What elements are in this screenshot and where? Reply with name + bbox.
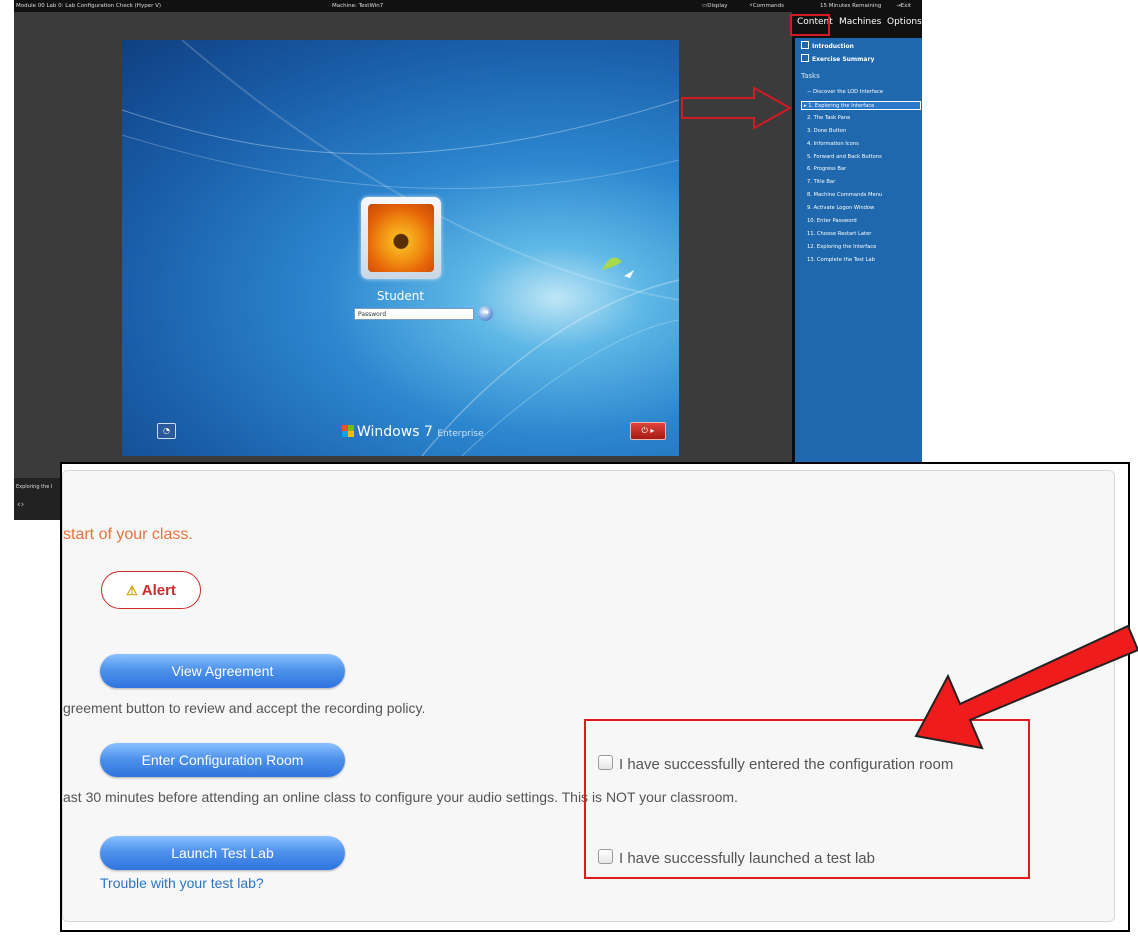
launch-test-lab-button[interactable]: Launch Test Lab xyxy=(100,836,345,870)
side-panel: Content Machines Options Introduction Ex… xyxy=(790,12,922,520)
list-icon xyxy=(801,54,809,62)
agreement-description: greement button to review and accept the… xyxy=(63,700,426,716)
windows-flag-icon xyxy=(342,425,354,437)
logon-arrow-button[interactable]: ➜ xyxy=(478,306,493,321)
task-item[interactable]: 10. Enter Password xyxy=(804,217,922,226)
password-input[interactable]: Password xyxy=(354,308,474,320)
task-item[interactable]: 12. Exploring the Interface xyxy=(804,243,922,252)
back-forward-icons[interactable]: ‹› xyxy=(17,500,24,510)
shutdown-button[interactable]: ⏻ ▸ xyxy=(630,422,666,440)
view-agreement-button[interactable]: View Agreement xyxy=(100,654,345,688)
tab-options[interactable]: Options xyxy=(887,17,922,27)
red-arrow-icon xyxy=(681,86,793,130)
time-remaining: 15 Minutes Remaining xyxy=(820,3,882,9)
task-item[interactable]: 8. Machine Commands Menu xyxy=(804,191,922,200)
task-item[interactable]: 4. Information Icons xyxy=(804,140,922,149)
content-tab-highlight xyxy=(790,14,830,36)
windows-brand: Windows 7 Enterprise xyxy=(342,424,484,440)
bird-icon xyxy=(602,257,622,270)
task-item[interactable]: 3. Done Button xyxy=(804,127,922,136)
introduction-link[interactable]: Introduction xyxy=(801,41,854,50)
task-item[interactable]: 7. Title Bar xyxy=(804,178,922,187)
task-item[interactable]: − Discover the LOD Interface xyxy=(804,88,922,97)
lab-window: Module 00 Lab 0: Lab Configuration Check… xyxy=(14,0,922,520)
current-task-label: Exploring the I xyxy=(16,484,53,490)
task-item[interactable]: 2. The Task Pane xyxy=(804,114,922,123)
alert-badge[interactable]: ⚠ Alert xyxy=(101,571,201,609)
tab-machines[interactable]: Machines xyxy=(839,17,881,27)
task-item[interactable]: 9. Activate Logon Window xyxy=(804,204,922,213)
task-item[interactable]: 11. Choose Restart Later xyxy=(804,230,922,239)
checkbox-highlight-frame xyxy=(584,719,1030,879)
task-item[interactable]: 6. Progress Bar xyxy=(804,165,922,174)
list-icon xyxy=(801,41,809,49)
lab-title: Module 00 Lab 0: Lab Configuration Check… xyxy=(16,3,161,9)
exit-button[interactable]: ⇥ Exit xyxy=(896,0,911,12)
intro-text: start of your class. xyxy=(63,526,193,543)
lab-title-bar: Module 00 Lab 0: Lab Configuration Check… xyxy=(14,0,922,12)
trouble-test-lab-link[interactable]: Trouble with your test lab? xyxy=(100,875,264,891)
side-panel-tabs: Content Machines Options xyxy=(790,12,922,38)
user-avatar[interactable] xyxy=(361,197,441,279)
enter-configuration-room-button[interactable]: Enter Configuration Room xyxy=(100,743,345,777)
ease-of-access-icon[interactable]: ◔ xyxy=(157,423,176,439)
flower-picture xyxy=(368,204,434,272)
vm-logon-screen[interactable]: Student Password ➜ ◔ Windows 7 Enterpris… xyxy=(122,40,679,456)
task-item[interactable]: ▸ 1. Exploring the Interface xyxy=(801,100,921,110)
tasks-heading: Tasks xyxy=(801,72,820,80)
machine-label[interactable]: Machine: TestWin7 xyxy=(332,0,383,12)
task-item[interactable]: 5. Forward and Back Buttons xyxy=(804,153,922,162)
commands-menu[interactable]: ⚡ Commands xyxy=(749,0,784,12)
task-item[interactable]: 13. Complete the Test Lab xyxy=(804,256,922,265)
user-name: Student xyxy=(376,289,425,303)
warning-icon: ⚠ xyxy=(126,583,138,598)
display-menu[interactable]: ▭ Display xyxy=(702,0,727,12)
exercise-summary-link[interactable]: Exercise Summary xyxy=(801,54,874,63)
